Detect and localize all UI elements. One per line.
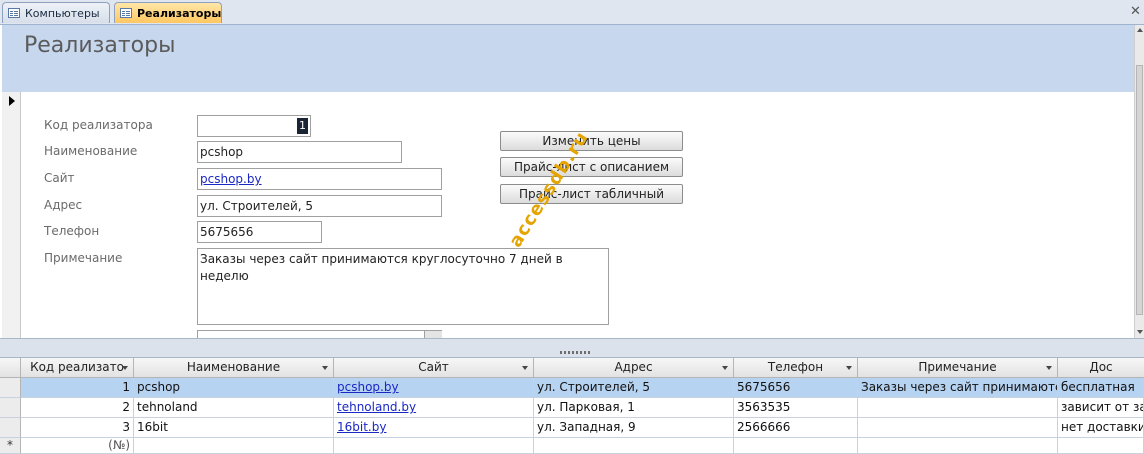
address-field[interactable]: ул. Строителей, 5 (197, 195, 442, 217)
form-icon (8, 8, 20, 18)
splitter-grip-icon[interactable] (560, 351, 590, 354)
id-label: Код реализатора (44, 118, 153, 132)
cell-site[interactable]: pcshop.by (334, 378, 534, 398)
combo-dropdown-icon[interactable] (424, 331, 442, 338)
scroll-down-icon[interactable] (1137, 330, 1143, 334)
column-header-note[interactable]: Примечание (858, 358, 1058, 378)
site-link[interactable]: pcshop.by (200, 172, 262, 186)
split-form-divider[interactable] (0, 338, 1144, 358)
column-header-name[interactable]: Наименование (134, 358, 334, 378)
cell-address[interactable]: ул. Западная, 9 (534, 418, 734, 438)
cell-site[interactable] (334, 438, 534, 454)
cell-id[interactable]: 2 (21, 398, 134, 418)
form-vertical-scrollbar[interactable] (1134, 25, 1144, 338)
site-link[interactable]: 16bit.by (337, 420, 386, 434)
column-header-id-label: Код реализато (30, 360, 124, 374)
cell-site[interactable]: tehnoland.by (334, 398, 534, 418)
price-list-description-button[interactable]: Прайс-лист с описанием (500, 157, 683, 177)
column-header-address-label: Адрес (614, 360, 653, 374)
form-title: Реализаторы (24, 33, 176, 58)
cell-delivery[interactable]: нет доставки (1058, 418, 1144, 438)
site-link[interactable]: tehnoland.by (337, 400, 416, 414)
site-link[interactable]: pcshop.by (337, 380, 399, 394)
cell-name[interactable] (134, 438, 334, 454)
chevron-down-icon[interactable] (722, 366, 728, 370)
site-label: Сайт (44, 171, 75, 185)
cell-site[interactable]: 16bit.by (334, 418, 534, 438)
address-label: Адрес (44, 198, 83, 212)
cell-phone[interactable]: 5675656 (734, 378, 858, 398)
column-header-phone[interactable]: Телефон (734, 358, 858, 378)
record-selector[interactable] (2, 92, 21, 338)
cell-address[interactable]: ул. Парковая, 1 (534, 398, 734, 418)
cell-phone[interactable] (734, 438, 858, 454)
column-header-phone-label: Телефон (767, 360, 824, 374)
chevron-down-icon[interactable] (522, 366, 528, 370)
column-header-address[interactable]: Адрес (534, 358, 734, 378)
cell-delivery[interactable] (1058, 438, 1144, 454)
scroll-up-icon[interactable] (1137, 28, 1143, 32)
column-header-site-label: Сайт (418, 360, 449, 374)
tab-computers[interactable]: Компьютеры (2, 2, 110, 23)
cell-phone[interactable]: 2566666 (734, 418, 858, 438)
row-selector[interactable] (0, 398, 21, 418)
name-field[interactable]: pcshop (197, 141, 402, 163)
cell-name[interactable]: tehnoland (134, 398, 334, 418)
phone-label: Телефон (44, 224, 100, 238)
id-field[interactable]: 1 (197, 115, 311, 137)
column-header-note-label: Примечание (918, 360, 997, 374)
id-value: 1 (297, 118, 308, 134)
cell-note[interactable]: Заказы через сайт принимаются (858, 378, 1058, 398)
chevron-down-icon[interactable] (846, 366, 852, 370)
cell-id[interactable]: 3 (21, 418, 134, 438)
row-selector[interactable] (0, 378, 21, 398)
name-label: Наименование (44, 144, 138, 158)
cell-name[interactable]: pcshop (134, 378, 334, 398)
tab-computers-label: Компьютеры (25, 7, 100, 20)
column-header-name-label: Наименование (186, 360, 281, 374)
chevron-down-icon[interactable] (322, 366, 328, 370)
cell-id-new[interactable]: (№) (21, 438, 134, 454)
cell-address[interactable] (534, 438, 734, 454)
cell-name[interactable]: 16bit (134, 418, 334, 438)
column-header-id[interactable]: Код реализато (21, 358, 134, 378)
cell-delivery[interactable]: бесплатная (1058, 378, 1144, 398)
column-header-delivery[interactable]: Дос (1058, 358, 1144, 378)
cell-delivery[interactable]: зависит от за (1058, 398, 1144, 418)
site-field[interactable]: pcshop.by (197, 168, 442, 190)
chevron-down-icon[interactable] (122, 366, 128, 370)
select-all-corner[interactable] (0, 358, 21, 378)
tab-sellers[interactable]: Реализаторы (114, 2, 222, 23)
scroll-thumb[interactable] (1136, 65, 1143, 315)
delivery-combo[interactable] (197, 330, 442, 338)
price-list-table-button[interactable]: Прайс-лист табличный (500, 184, 683, 204)
phone-field[interactable]: 5675656 (197, 221, 322, 243)
cell-note[interactable] (858, 398, 1058, 418)
cell-note[interactable] (858, 438, 1058, 454)
note-field[interactable]: Заказы через сайт принимаются круглосуто… (197, 248, 609, 325)
new-record-marker[interactable]: * (0, 438, 21, 454)
row-selector[interactable] (0, 418, 21, 438)
cell-phone[interactable]: 3563535 (734, 398, 858, 418)
form-icon (120, 8, 132, 18)
column-header-delivery-label: Дос (1089, 360, 1113, 374)
chevron-down-icon[interactable] (1046, 366, 1052, 370)
cell-address[interactable]: ул. Строителей, 5 (534, 378, 734, 398)
note-label: Примечание (44, 251, 123, 265)
column-header-site[interactable]: Сайт (334, 358, 534, 378)
cell-note[interactable] (858, 418, 1058, 438)
tab-sellers-label: Реализаторы (137, 7, 222, 20)
cell-id[interactable]: 1 (21, 378, 134, 398)
current-record-arrow-icon (9, 96, 15, 106)
close-icon[interactable]: ✕ (1130, 4, 1141, 19)
